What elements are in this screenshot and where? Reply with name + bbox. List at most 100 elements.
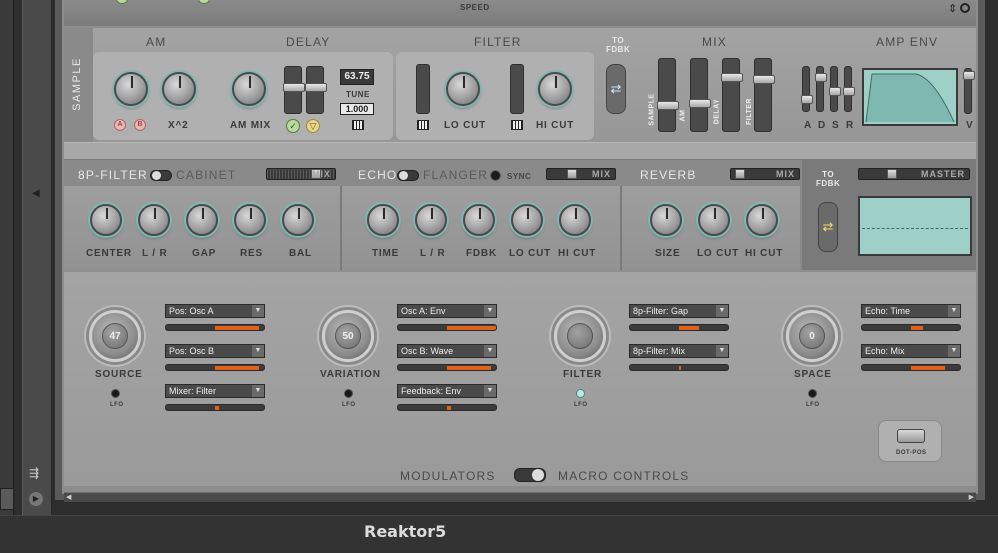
mix-label-filter: FILTER bbox=[745, 98, 753, 125]
space-slot-1-dropdown[interactable]: Echo: Time ▼ bbox=[861, 304, 961, 318]
delay-down-button[interactable]: ▽ bbox=[306, 119, 320, 133]
tune-value[interactable]: 63.75 bbox=[340, 69, 374, 85]
filter-lfo-led[interactable] bbox=[576, 389, 585, 398]
center-knob[interactable] bbox=[90, 204, 122, 236]
echo-hi-cut-knob[interactable] bbox=[559, 204, 591, 236]
filter-slot-1-amount[interactable] bbox=[629, 324, 729, 331]
env-fader-r[interactable] bbox=[843, 66, 855, 112]
variation-lfo-led[interactable] bbox=[344, 389, 353, 398]
keyboard-icon-2[interactable] bbox=[417, 120, 429, 130]
sync-led[interactable] bbox=[490, 170, 501, 181]
delay-value-2[interactable]: 1.000 bbox=[340, 103, 374, 115]
gap-knob[interactable] bbox=[186, 204, 218, 236]
reverb-hi-cut-knob[interactable] bbox=[746, 204, 778, 236]
delay-fader-2[interactable] bbox=[305, 66, 327, 114]
mix-fader-am[interactable] bbox=[689, 58, 711, 132]
variation-slot-1-dropdown[interactable]: Osc A: Env ▼ bbox=[397, 304, 497, 318]
env-fader-s[interactable] bbox=[829, 66, 841, 112]
filter-slot-2-amount[interactable] bbox=[629, 364, 729, 371]
variation-slot-1-amount[interactable] bbox=[397, 324, 497, 331]
size-knob[interactable] bbox=[650, 204, 682, 236]
am-knob-2[interactable] bbox=[162, 72, 196, 106]
filter-lr-knob[interactable] bbox=[138, 204, 170, 236]
source-slot-2-dropdown[interactable]: Pos: Osc B ▼ bbox=[165, 344, 265, 358]
space-slot-1-amount[interactable] bbox=[861, 324, 961, 331]
reverb-title: REVERB bbox=[640, 168, 697, 182]
side-scroll-panel[interactable]: ◀ ⇶ ▶ bbox=[22, 0, 52, 515]
fdbk-knob[interactable] bbox=[463, 204, 495, 236]
hi-cut-knob[interactable] bbox=[538, 72, 572, 106]
source-slot-3-amount[interactable] bbox=[165, 404, 265, 411]
dot-pos-button[interactable] bbox=[897, 429, 925, 443]
variation-slot-3-amount[interactable] bbox=[397, 404, 497, 411]
space-lfo-led[interactable] bbox=[808, 389, 817, 398]
time-knob[interactable] bbox=[367, 204, 399, 236]
delay-fader-1[interactable] bbox=[283, 66, 305, 114]
horizontal-scrollbar[interactable]: ◀ ▶ bbox=[64, 492, 976, 502]
keyboard-icon-1[interactable] bbox=[352, 120, 364, 130]
lo-cut-knob[interactable] bbox=[446, 72, 480, 106]
cabinet-toggle[interactable] bbox=[150, 170, 172, 181]
play-icon[interactable]: ▶ bbox=[29, 492, 43, 506]
space-slot-2-dropdown[interactable]: Echo: Mix ▼ bbox=[861, 344, 961, 358]
chevron-down-icon: ▼ bbox=[948, 305, 960, 317]
space-slot-2-amount[interactable] bbox=[861, 364, 961, 371]
variation-macro-knob[interactable]: 50 bbox=[322, 310, 374, 362]
filter-slot-1-dropdown[interactable]: 8p-Filter: Gap ▼ bbox=[629, 304, 729, 318]
mix-fader-filter[interactable] bbox=[753, 58, 775, 132]
source-slot-3-dropdown[interactable]: Mixer: Filter ▼ bbox=[165, 384, 265, 398]
source-lfo-led[interactable] bbox=[111, 389, 120, 398]
echo-lo-cut-knob[interactable] bbox=[511, 204, 543, 236]
variation-slot-3-dropdown[interactable]: Feedback: Env ▼ bbox=[397, 384, 497, 398]
filter-macro-knob[interactable] bbox=[554, 310, 606, 362]
am-mix-knob[interactable] bbox=[232, 72, 266, 106]
modulators-macro-toggle[interactable] bbox=[514, 468, 546, 482]
source-slot-1-amount[interactable] bbox=[165, 324, 265, 331]
mix-fader-delay[interactable] bbox=[721, 58, 743, 132]
space-macro-knob[interactable]: 0 bbox=[786, 310, 838, 362]
speed-label: SPEED bbox=[460, 3, 490, 12]
fast-forward-icon[interactable]: ⇶ bbox=[29, 466, 39, 480]
scroll-right-icon[interactable]: ▶ bbox=[969, 493, 974, 501]
source-slot-1-dropdown[interactable]: Pos: Osc A ▼ bbox=[165, 304, 265, 318]
macro-controls-label[interactable]: MACRO CONTROLS bbox=[558, 469, 689, 483]
mix-fader-sample[interactable] bbox=[657, 58, 679, 132]
variation-value: 50 bbox=[335, 323, 361, 349]
filter-slot-2-dropdown[interactable]: 8p-Filter: Mix ▼ bbox=[629, 344, 729, 358]
left-edge-button[interactable] bbox=[0, 488, 14, 510]
top-green-button-1[interactable] bbox=[116, 0, 128, 4]
env-fader-a[interactable] bbox=[801, 66, 813, 112]
source-slot-2-amount[interactable] bbox=[165, 364, 265, 371]
flanger-toggle[interactable] bbox=[397, 170, 419, 181]
top-green-button-2[interactable] bbox=[198, 0, 210, 4]
sort-arrows-icon[interactable]: ⇕ bbox=[948, 2, 957, 15]
echo-mix-slider[interactable]: MIX bbox=[546, 168, 616, 180]
keyboard-icon-3[interactable] bbox=[511, 120, 523, 130]
modulators-label[interactable]: MODULATORS bbox=[400, 469, 496, 483]
collapse-left-icon[interactable]: ◀ bbox=[32, 188, 40, 199]
filter-fader-2[interactable] bbox=[510, 64, 524, 114]
env-fader-d[interactable] bbox=[815, 66, 827, 112]
source-macro-knob[interactable]: 47 bbox=[89, 310, 141, 362]
swap-button-2[interactable]: ⇄ bbox=[818, 202, 838, 252]
app-title: Reaktor5 bbox=[364, 522, 447, 541]
variation-slot-2-dropdown[interactable]: Osc B: Wave ▼ bbox=[397, 344, 497, 358]
8p-filter-mix-slider[interactable]: MIX bbox=[266, 168, 336, 180]
swap-button-1[interactable]: ⇄ bbox=[606, 64, 626, 114]
scroll-left-icon[interactable]: ◀ bbox=[66, 493, 71, 501]
delay-title: DELAY bbox=[286, 35, 331, 49]
echo-lr-knob[interactable] bbox=[415, 204, 447, 236]
master-slider[interactable]: MASTER bbox=[858, 168, 970, 180]
delay-check-button[interactable]: ✓ bbox=[286, 119, 300, 133]
search-icon[interactable] bbox=[960, 3, 970, 13]
res-knob[interactable] bbox=[234, 204, 266, 236]
am-b-button[interactable]: B bbox=[134, 119, 146, 131]
env-fader-v[interactable] bbox=[963, 68, 975, 114]
variation-slot-2-amount[interactable] bbox=[397, 364, 497, 371]
reverb-lo-cut-knob[interactable] bbox=[698, 204, 730, 236]
reverb-mix-slider[interactable]: MIX bbox=[730, 168, 800, 180]
am-a-button[interactable]: A bbox=[114, 119, 126, 131]
am-knob-1[interactable] bbox=[114, 72, 148, 106]
filter-fader-1[interactable] bbox=[416, 64, 430, 114]
bal-knob[interactable] bbox=[282, 204, 314, 236]
